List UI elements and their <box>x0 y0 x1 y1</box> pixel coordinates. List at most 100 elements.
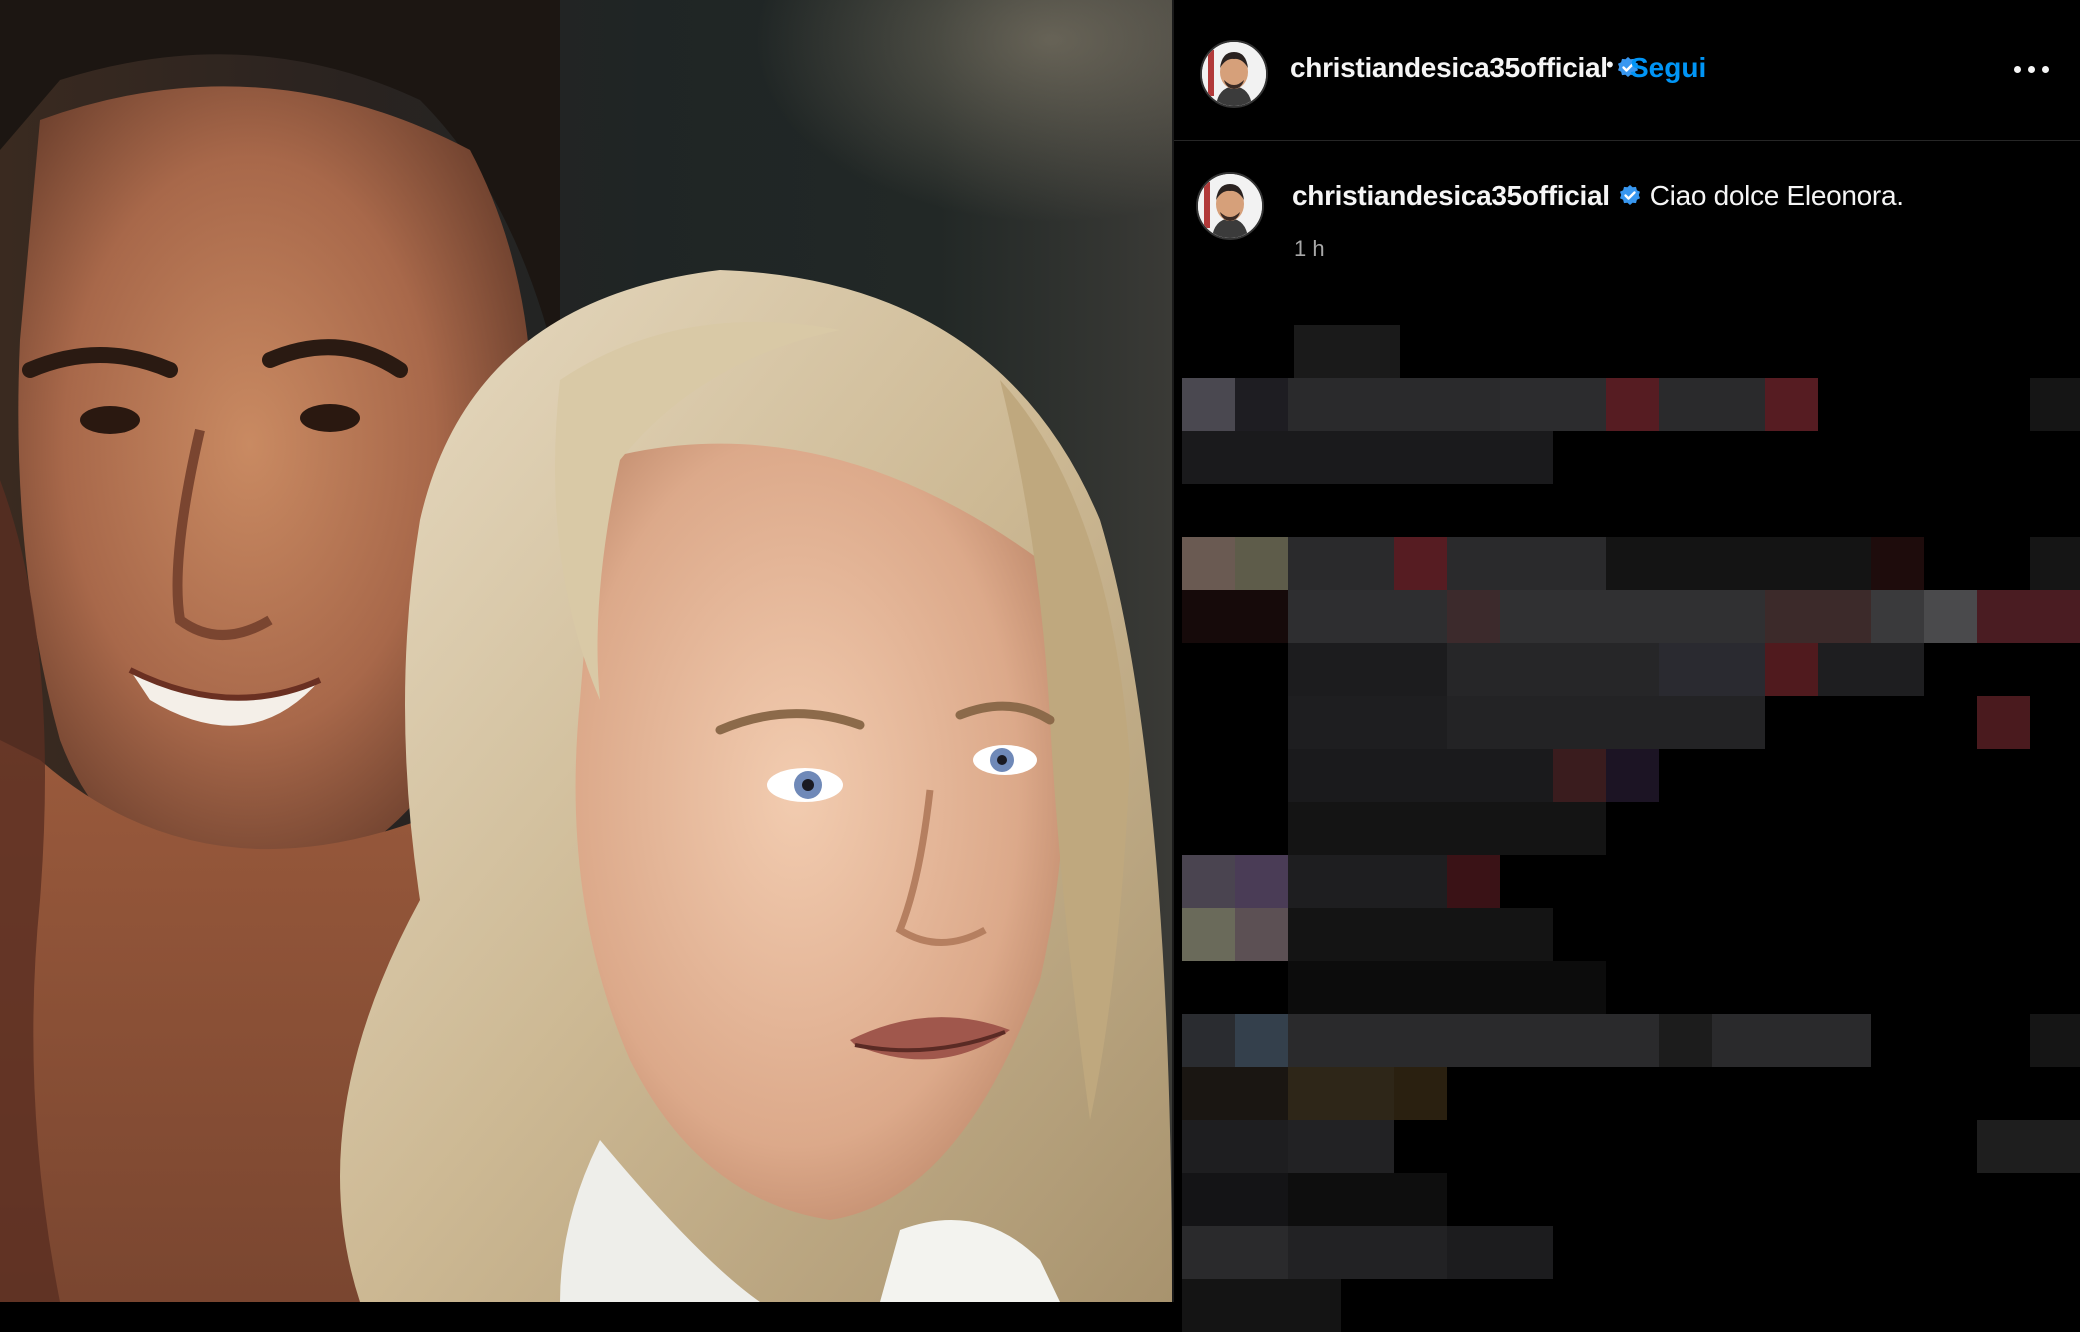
pixel-block <box>1288 802 1341 855</box>
pixel-block <box>1765 378 1818 431</box>
pixel-block <box>1341 643 1394 696</box>
pixel-block <box>1447 643 1500 696</box>
pixel-block <box>1447 590 1500 643</box>
pixel-block <box>1977 696 2030 749</box>
author-avatar[interactable] <box>1200 40 1268 108</box>
pixel-block <box>1553 696 1606 749</box>
follow-button[interactable]: Segui <box>1630 52 1706 84</box>
photo-illustration <box>0 0 1172 1302</box>
pixel-block <box>1447 378 1500 431</box>
pixel-block <box>1235 1067 1288 1120</box>
verified-badge-icon <box>1619 185 1640 205</box>
pixel-block <box>1818 590 1871 643</box>
pixel-block <box>1182 1173 1235 1226</box>
pixel-block <box>1235 537 1288 590</box>
caption-text: Ciao dolce Eleonora. <box>1649 180 1904 211</box>
pixel-block <box>1182 908 1235 961</box>
pixel-block <box>1500 749 1553 802</box>
pixel-block <box>1182 1279 1235 1332</box>
pixel-block <box>1288 537 1341 590</box>
pixel-block <box>1447 1226 1500 1279</box>
pixel-block <box>1288 643 1341 696</box>
pixel-block <box>1341 1226 1394 1279</box>
pixel-block <box>1394 855 1447 908</box>
pixel-block <box>1394 378 1447 431</box>
pixel-block <box>1341 1067 1394 1120</box>
pixel-block <box>1288 696 1341 749</box>
pixel-block <box>1712 643 1765 696</box>
pixel-block <box>1341 1014 1394 1067</box>
pixel-block <box>1818 1014 1871 1067</box>
pixel-block <box>1553 749 1606 802</box>
pixel-block <box>1394 696 1447 749</box>
pixel-block <box>1712 1014 1765 1067</box>
pixel-block <box>1288 749 1341 802</box>
pixel-block <box>1500 537 1553 590</box>
author-username[interactable]: christiandesica35official <box>1290 52 1640 84</box>
pixel-block <box>1447 431 1500 484</box>
pixel-block <box>2030 1014 2080 1067</box>
pixel-block <box>1288 1120 1341 1173</box>
pixel-block <box>1447 537 1500 590</box>
pixel-block <box>1659 378 1712 431</box>
author-username-text[interactable]: christiandesica35official <box>1290 52 1608 83</box>
pixel-block <box>1659 643 1712 696</box>
pixel-block <box>1500 961 1553 1014</box>
post-timestamp[interactable]: 1 h <box>1294 236 1325 262</box>
pixel-block <box>1659 590 1712 643</box>
pixel-block <box>1182 1067 1235 1120</box>
caption-username[interactable]: christiandesica35official <box>1292 180 1610 211</box>
caption-avatar[interactable] <box>1196 172 1264 240</box>
pixel-block <box>1235 431 1288 484</box>
pixel-block <box>1288 908 1341 961</box>
pixel-block <box>1818 643 1871 696</box>
pixel-block <box>1606 590 1659 643</box>
pixel-block <box>1182 378 1235 431</box>
pixel-block <box>1235 378 1288 431</box>
pixel-block <box>1394 1173 1447 1226</box>
post-caption: christiandesica35official Ciao dolce Eleo… <box>1292 180 1904 212</box>
pixel-block <box>1288 1173 1341 1226</box>
pixel-block <box>1288 378 1341 431</box>
pixel-block <box>1394 1014 1447 1067</box>
pixel-block <box>1765 537 1818 590</box>
pixel-block <box>1765 1014 1818 1067</box>
pixel-block <box>1347 325 1400 378</box>
pixel-block <box>1871 643 1924 696</box>
pixel-block <box>2030 590 2080 643</box>
pixel-block <box>1553 802 1606 855</box>
pixel-block <box>1500 590 1553 643</box>
pixel-block <box>1394 961 1447 1014</box>
pixel-block <box>1235 1173 1288 1226</box>
pixel-block <box>2030 1120 2080 1173</box>
pixel-block <box>1394 1226 1447 1279</box>
post-header: christiandesica35official • Segui <box>1174 0 2080 141</box>
pixel-block <box>1294 325 1347 378</box>
pixel-block <box>1394 749 1447 802</box>
pixel-block <box>1235 1014 1288 1067</box>
pixel-block <box>1394 643 1447 696</box>
pixel-block <box>1394 431 1447 484</box>
more-options-icon[interactable] <box>2014 60 2050 80</box>
pixel-block <box>1606 378 1659 431</box>
post-photo[interactable] <box>0 0 1172 1302</box>
pixel-block <box>1182 431 1235 484</box>
pixel-block <box>1447 749 1500 802</box>
pixel-block <box>1500 1014 1553 1067</box>
pixel-block <box>1606 537 1659 590</box>
pixel-block <box>1712 537 1765 590</box>
pixel-block <box>1500 431 1553 484</box>
pixel-block <box>2030 378 2080 431</box>
pixel-block <box>1500 908 1553 961</box>
pixel-block <box>1765 643 1818 696</box>
pixel-block <box>1235 908 1288 961</box>
pixel-block <box>1871 537 1924 590</box>
avatar-caricature-icon <box>1198 174 1262 238</box>
pixel-block <box>1500 802 1553 855</box>
pixel-block <box>2030 537 2080 590</box>
pixel-block <box>1182 590 1235 643</box>
pixel-block <box>1712 378 1765 431</box>
pixel-block <box>1235 590 1288 643</box>
pixel-block <box>1341 696 1394 749</box>
pixel-block <box>1500 643 1553 696</box>
